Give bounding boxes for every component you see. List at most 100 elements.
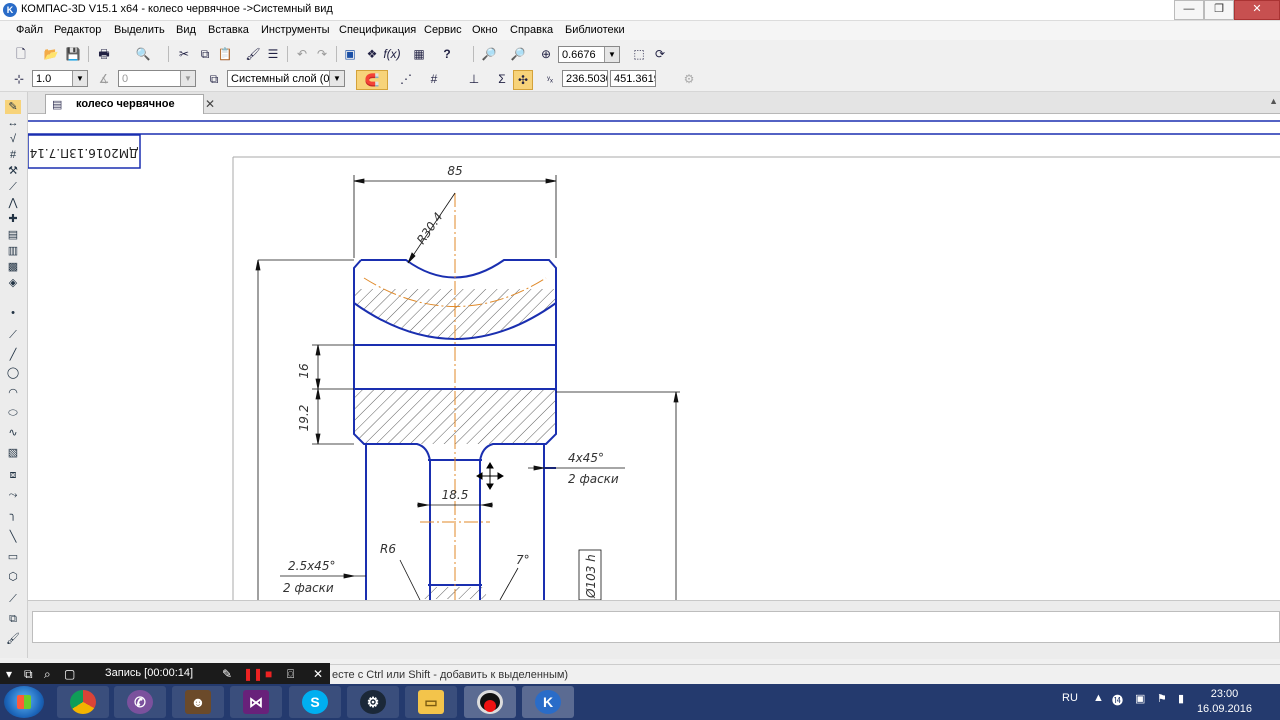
geometry-tools-icon[interactable]: ✎ bbox=[5, 100, 21, 114]
orthogonal-mode-icon[interactable]: Ʃ bbox=[493, 70, 511, 88]
cursor-step-icon[interactable]: ⊹ bbox=[10, 70, 28, 88]
grid-icon[interactable]: # bbox=[425, 70, 443, 88]
menu-editor[interactable]: Редактор bbox=[54, 24, 101, 36]
taskbar-chrome[interactable] bbox=[57, 686, 109, 718]
calculator-icon[interactable]: ▦ bbox=[410, 45, 428, 63]
point-icon[interactable]: • bbox=[5, 306, 21, 320]
parametrization-icon[interactable]: ⚒ bbox=[5, 164, 21, 178]
layer-icon[interactable]: ⧉ bbox=[205, 70, 223, 88]
undo-icon[interactable]: ↶ bbox=[293, 45, 311, 63]
drawing-canvas[interactable]: ДМ2016.13П.7.14 85 R30.4 16 19.2 4x45° 2… bbox=[28, 113, 1280, 600]
coord-x-field[interactable]: 236.5030 bbox=[562, 70, 608, 87]
coord-y-field[interactable]: 451.3619 bbox=[610, 70, 656, 87]
polyline-icon[interactable]: ⤳ bbox=[5, 488, 21, 502]
segment-icon[interactable]: ╱ bbox=[5, 348, 21, 362]
menu-libraries[interactable]: Библиотеки bbox=[565, 24, 625, 36]
spec-tools-icon[interactable]: ✚ bbox=[5, 212, 21, 226]
dim-hub-18-5[interactable]: 18.5 bbox=[442, 488, 469, 502]
local-cs-icon[interactable]: ⊥ bbox=[465, 70, 483, 88]
chamfer-icon[interactable]: ╲ bbox=[5, 530, 21, 544]
paste-icon[interactable]: 📋 bbox=[216, 45, 234, 63]
layer-combo[interactable]: Системный слой (0) ▼ bbox=[227, 70, 345, 87]
taskbar-recorder[interactable] bbox=[464, 686, 516, 718]
zoom-combo[interactable]: 0.6676 ▼ bbox=[558, 46, 620, 63]
pause-icon[interactable]: ❚❚ bbox=[243, 666, 263, 682]
select-tools-icon[interactable]: ⋀ bbox=[5, 196, 21, 210]
format-brush-icon[interactable]: 🖌 bbox=[244, 45, 262, 63]
equidistant-icon[interactable]: ⧈ bbox=[5, 468, 21, 482]
taskbar-game[interactable]: ☻ bbox=[172, 686, 224, 718]
kompas-app-icon[interactable]: K bbox=[3, 3, 17, 17]
zoom-frame-icon[interactable]: 🔎 bbox=[480, 45, 498, 63]
dim-angle-7[interactable]: 7° bbox=[516, 553, 530, 567]
angle-step-icon[interactable]: ∡ bbox=[95, 70, 113, 88]
macro-icon[interactable]: ⧉ bbox=[5, 612, 21, 626]
tab-wheel-document[interactable]: ▤ колесо червячное ✕ bbox=[45, 94, 215, 114]
tray-app-icon[interactable]: ⓮ bbox=[1112, 692, 1123, 708]
minimize-button[interactable]: — bbox=[1174, 0, 1204, 20]
dimensions-icon[interactable]: ↔ bbox=[5, 116, 21, 130]
show-all-icon[interactable]: ⬚ bbox=[630, 45, 648, 63]
options-icon[interactable]: ⚙ bbox=[680, 70, 698, 88]
snap-magnet-icon[interactable]: 🧲 bbox=[356, 70, 388, 90]
dim-radius-r30[interactable]: R30.4 bbox=[414, 210, 446, 247]
menu-window[interactable]: Окно bbox=[472, 24, 498, 36]
window-mode-icon[interactable]: ⧉ bbox=[24, 666, 33, 682]
zoom-in-icon[interactable]: ⊕ bbox=[537, 45, 555, 63]
zoom-dynamic-icon[interactable]: 🔎 bbox=[509, 45, 527, 63]
taskbar-explorer[interactable]: ▭ bbox=[405, 686, 457, 718]
dim-width-85[interactable]: 85 bbox=[447, 164, 462, 178]
polygon-icon[interactable]: ⬡ bbox=[5, 570, 21, 584]
menu-help[interactable]: Справка bbox=[510, 24, 553, 36]
taskbar-viber[interactable]: ✆ bbox=[114, 686, 166, 718]
angle-combo[interactable]: 0 ▼ bbox=[118, 70, 196, 87]
help-pointer-icon[interactable]: ? bbox=[438, 45, 456, 63]
system-clock[interactable]: 23:00 16.09.2016 bbox=[1197, 687, 1252, 717]
chevron-down-icon[interactable]: ▼ bbox=[604, 47, 619, 62]
report-icon[interactable]: ▤ bbox=[5, 228, 21, 242]
brush-icon[interactable]: 🖌 bbox=[5, 632, 21, 646]
stop-icon[interactable]: ■ bbox=[265, 666, 272, 682]
variables-icon[interactable]: f(x) bbox=[383, 45, 401, 63]
command-input[interactable] bbox=[32, 611, 1280, 643]
round-coords-icon[interactable]: ✣ bbox=[513, 70, 533, 90]
taskbar-kompas[interactable]: K bbox=[522, 686, 574, 718]
save-icon[interactable]: 💾 bbox=[64, 45, 82, 63]
close-icon[interactable]: ✕ bbox=[205, 97, 215, 111]
taskbar-vs[interactable]: ⋈ bbox=[230, 686, 282, 718]
menu-tools[interactable]: Инструменты bbox=[261, 24, 330, 36]
redo-icon[interactable]: ↷ bbox=[313, 45, 331, 63]
refresh-view-icon[interactable]: ⟳ bbox=[651, 45, 669, 63]
copy-icon[interactable]: ⧉ bbox=[196, 45, 214, 63]
fragment-icon[interactable]: ▩ bbox=[5, 260, 21, 274]
circle-icon[interactable]: ◯ bbox=[5, 366, 21, 380]
properties-icon[interactable]: ☰ bbox=[264, 45, 282, 63]
new-document-icon[interactable]: 🗋 bbox=[12, 45, 30, 63]
menu-insert[interactable]: Вставка bbox=[208, 24, 249, 36]
library-icon[interactable]: ❖ bbox=[363, 45, 381, 63]
start-button[interactable] bbox=[4, 686, 44, 718]
document-area[interactable]: ▤ колесо червячное ✕ ▲ ДМ2016.13П.7.14 8… bbox=[28, 92, 1280, 600]
close-icon[interactable]: ✕ bbox=[313, 666, 323, 682]
chevron-down-icon[interactable]: ▼ bbox=[72, 71, 87, 86]
dim-r6[interactable]: R6 bbox=[380, 542, 396, 556]
menu-select[interactable]: Выделить bbox=[114, 24, 165, 36]
designations-icon[interactable]: √ bbox=[5, 132, 21, 146]
ellipse-icon[interactable]: ⬭ bbox=[5, 406, 21, 420]
chevron-up-icon[interactable]: ▲ bbox=[1269, 96, 1278, 106]
taskbar-steam[interactable]: ⚙ bbox=[347, 686, 399, 718]
view-manager-icon[interactable]: ◈ bbox=[5, 276, 21, 290]
zoom-icon[interactable]: ⌕ bbox=[44, 666, 51, 682]
step-combo[interactable]: 1.0 ▼ bbox=[32, 70, 88, 87]
menu-view[interactable]: Вид bbox=[176, 24, 196, 36]
language-indicator[interactable]: RU bbox=[1062, 692, 1078, 704]
chevron-down-icon[interactable]: ▼ bbox=[180, 71, 195, 86]
chevron-down-icon[interactable]: ▾ bbox=[6, 666, 12, 682]
show-hidden-icons-icon[interactable]: ▲ bbox=[1093, 692, 1104, 704]
dim-chamfer-2-5x45[interactable]: 2.5x45° bbox=[288, 559, 335, 573]
maximize-button[interactable]: ❐ bbox=[1204, 0, 1234, 20]
collect-contour-icon[interactable]: ⟋ bbox=[5, 592, 21, 606]
rectangle-icon[interactable]: ▭ bbox=[5, 550, 21, 564]
manager-icon[interactable]: ▣ bbox=[341, 45, 359, 63]
dim-chamfer-count-1[interactable]: 2 фаски bbox=[568, 472, 619, 486]
